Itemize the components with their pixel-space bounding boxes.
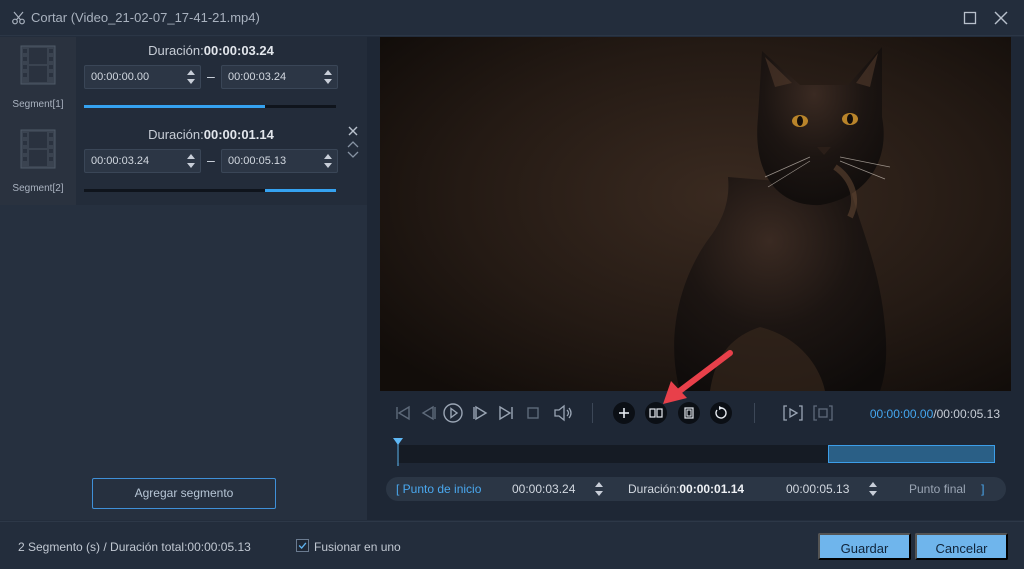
- segment-label: Segment[2]: [12, 183, 64, 194]
- segment-progress-fill: [84, 105, 266, 108]
- segment-thumbnail: Segment[2]: [0, 121, 76, 205]
- divider: [754, 403, 755, 423]
- film-icon: [20, 45, 56, 85]
- playhead-marker[interactable]: [393, 438, 403, 466]
- window-title: Cortar (Video_21-02-07_17-41-21.mp4): [31, 10, 260, 25]
- divider: [592, 403, 593, 423]
- segment-start-value: 00:00:03.24: [91, 155, 150, 167]
- timeline-selection[interactable]: [828, 445, 995, 463]
- close-icon[interactable]: [991, 8, 1011, 28]
- segment-item[interactable]: Segment[2] Duración:00:00:01.14 00:00:03…: [0, 121, 367, 205]
- range-duration: Duración:00:00:01.14: [628, 482, 745, 496]
- spinner-arrows-icon[interactable]: [594, 480, 604, 498]
- previous-frame-icon[interactable]: [415, 398, 441, 428]
- video-preview[interactable]: [380, 37, 1011, 391]
- skip-to-start-icon[interactable]: [389, 398, 415, 428]
- merge-label[interactable]: Fusionar en uno: [314, 540, 401, 554]
- segment-start-time-field[interactable]: 00:00:03.24: [84, 149, 201, 173]
- play-icon[interactable]: [440, 398, 466, 428]
- segment-start-time-field[interactable]: 00:00:00.00: [84, 65, 201, 89]
- segment-thumbnail: Segment[1]: [0, 37, 76, 121]
- time-readout: 00:00:00.00/00:00:05.13: [869, 407, 1000, 421]
- segment-list-panel: Segment[1] Duración:00:00:03.24 00:00:00…: [0, 37, 367, 520]
- delete-segment-icon[interactable]: [347, 125, 359, 137]
- segment-end-time-field[interactable]: 00:00:03.24: [221, 65, 338, 89]
- segment-item[interactable]: Segment[1] Duración:00:00:03.24 00:00:00…: [0, 37, 367, 121]
- video-frame-image: [380, 37, 1011, 391]
- segment-duration: Duración:00:00:01.14: [148, 127, 274, 142]
- timeline-track[interactable]: [397, 445, 995, 463]
- add-segment-button[interactable]: Agregar segmento: [92, 478, 276, 509]
- segment-details: Duración:00:00:01.14 00:00:03.24 – 00:00…: [76, 121, 367, 205]
- skip-to-end-icon[interactable]: [494, 398, 520, 428]
- segment-duration: Duración:00:00:03.24: [148, 43, 274, 58]
- stop-icon[interactable]: [520, 398, 546, 428]
- end-point-button[interactable]: Punto final ]: [909, 482, 984, 496]
- play-segment-icon[interactable]: [780, 398, 806, 428]
- end-point-value[interactable]: 00:00:05.13: [786, 482, 849, 496]
- range-separator: –: [207, 68, 215, 84]
- merge-checkbox[interactable]: [296, 539, 309, 552]
- spinner-arrows-icon[interactable]: [186, 152, 196, 170]
- stop-segment-icon[interactable]: [810, 398, 836, 428]
- segment-end-value: 00:00:05.13: [228, 155, 287, 167]
- cancel-button[interactable]: Cancelar: [915, 533, 1008, 560]
- segment-progress-fill: [265, 189, 336, 192]
- segment-details: Duración:00:00:03.24 00:00:00.00 – 00:00…: [76, 37, 367, 121]
- footer-bar: 2 Segmento (s) / Duración total:00:00:05…: [0, 521, 1024, 569]
- film-icon: [20, 129, 56, 169]
- total-duration-summary: 2 Segmento (s) / Duración total:00:00:05…: [18, 540, 251, 554]
- spinner-arrows-icon[interactable]: [323, 68, 333, 86]
- range-controls: [ Punto de inicio 00:00:03.24 Duración:0…: [386, 477, 1006, 501]
- spinner-arrows-icon[interactable]: [323, 152, 333, 170]
- segment-label: Segment[1]: [12, 99, 64, 110]
- segment-end-value: 00:00:03.24: [228, 71, 287, 83]
- save-button[interactable]: Guardar: [818, 533, 911, 560]
- move-down-icon[interactable]: [347, 151, 359, 159]
- spinner-arrows-icon[interactable]: [868, 480, 878, 498]
- start-point-value[interactable]: 00:00:03.24: [512, 482, 575, 496]
- next-frame-icon[interactable]: [468, 398, 494, 428]
- segment-end-time-field[interactable]: 00:00:05.13: [221, 149, 338, 173]
- segment-progress-bar: [84, 189, 336, 192]
- maximize-icon[interactable]: [960, 8, 980, 28]
- segment-progress-bar: [84, 105, 336, 108]
- start-point-button[interactable]: [ Punto de inicio: [396, 482, 481, 496]
- spinner-arrows-icon[interactable]: [186, 68, 196, 86]
- range-separator: –: [207, 152, 215, 168]
- title-bar: Cortar (Video_21-02-07_17-41-21.mp4): [0, 0, 1024, 36]
- segment-start-value: 00:00:00.00: [91, 71, 150, 83]
- add-segment-icon[interactable]: [611, 398, 637, 428]
- scissors-icon: [12, 11, 25, 25]
- move-up-icon[interactable]: [347, 140, 359, 148]
- annotation-arrow-icon: [663, 350, 733, 404]
- volume-icon[interactable]: [550, 398, 576, 428]
